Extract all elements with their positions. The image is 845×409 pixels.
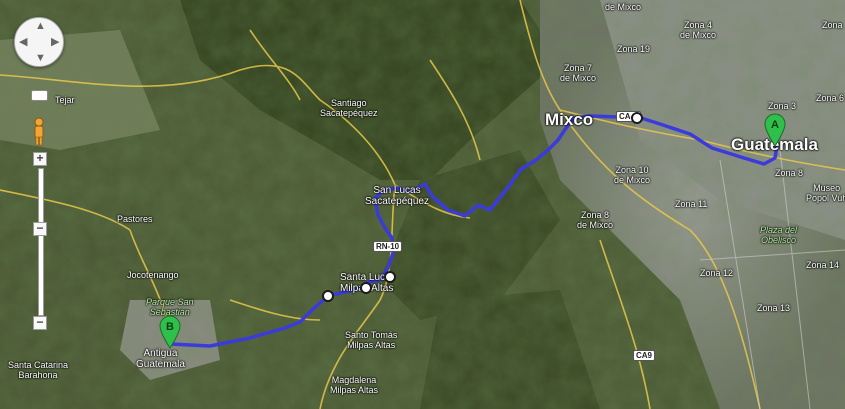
label-zona10: Zona 10 de Mixco: [614, 165, 651, 185]
pan-down-icon[interactable]: ▼: [35, 53, 46, 64]
label-zona7: Zona 7 de Mixco: [560, 63, 597, 83]
route-waypoint[interactable]: [322, 290, 334, 302]
label-zona8: Zona 8: [775, 168, 804, 178]
label-zona11: Zona 11: [675, 199, 708, 209]
route-waypoint[interactable]: [631, 112, 643, 124]
label-zona: Zona: [822, 20, 843, 30]
route-waypoint[interactable]: [360, 282, 372, 294]
label-santo-tomas: Santo Tomás Milpas Altas: [345, 330, 398, 350]
marker-b-letter: B: [166, 321, 174, 333]
road-shield-ca9: CA9: [633, 350, 656, 361]
pan-up-icon[interactable]: ▲: [35, 21, 46, 32]
label-santiago: Santiago Sacatepéquez: [320, 98, 378, 118]
route-waypoint[interactable]: [384, 271, 396, 283]
label-mixco: Mixco: [545, 110, 594, 129]
road-shield-rn10: RN-10: [373, 241, 403, 252]
zoom-in-button[interactable]: +: [33, 152, 47, 166]
label-pastores: Pastores: [117, 214, 153, 224]
label-zona3: Zona 3: [768, 101, 797, 111]
pegman-icon[interactable]: [31, 117, 47, 147]
pan-control[interactable]: ▲ ▼ ◀ ▶: [14, 17, 64, 67]
label-zona19: Zona 19: [617, 44, 651, 54]
label-zona8-mixco: Zona 8 de Mixco: [577, 210, 614, 230]
label-magdalena: Magdalena Milpas Altas: [330, 375, 379, 395]
label-mixco-top: de Mixco: [605, 2, 642, 12]
label-zona14: Zona 14: [806, 260, 840, 270]
pan-left-icon[interactable]: ◀: [19, 37, 27, 48]
label-tejar: Tejar: [55, 95, 75, 105]
label-jocotenango: Jocotenango: [127, 270, 179, 280]
label-parque-san-sebastian: Parque San Sebastián: [146, 297, 194, 317]
marker-b[interactable]: B: [159, 315, 181, 349]
marker-a-letter: A: [771, 119, 779, 131]
label-museo: Museo Popol Vuh: [806, 183, 845, 203]
label-san-lucas: San Lucas Sacatepéquez: [365, 185, 429, 207]
zoom-level-marker[interactable]: −: [33, 222, 47, 236]
zoom-out-button[interactable]: −: [33, 316, 47, 330]
label-zona4-mixco: Zona 4 de Mixco: [680, 20, 717, 40]
zoom-top-handle[interactable]: [31, 90, 48, 101]
label-antigua: Antigua Guatemala: [136, 348, 185, 370]
label-santa-catarina: Santa Catarina Barahona: [8, 360, 69, 380]
map-canvas[interactable]: de Mixco Zona 4 de Mixco Zona Zona 19 Zo…: [0, 0, 845, 409]
label-zona13: Zona 13: [757, 303, 791, 313]
label-zona12: Zona 12: [700, 268, 734, 278]
marker-a[interactable]: A: [764, 113, 786, 147]
label-zona6: Zona 6: [816, 93, 845, 103]
pan-right-icon[interactable]: ▶: [51, 37, 59, 48]
label-plaza-obelisco: Plaza del Obelisco: [760, 225, 798, 245]
zoom-rail[interactable]: [38, 168, 44, 316]
